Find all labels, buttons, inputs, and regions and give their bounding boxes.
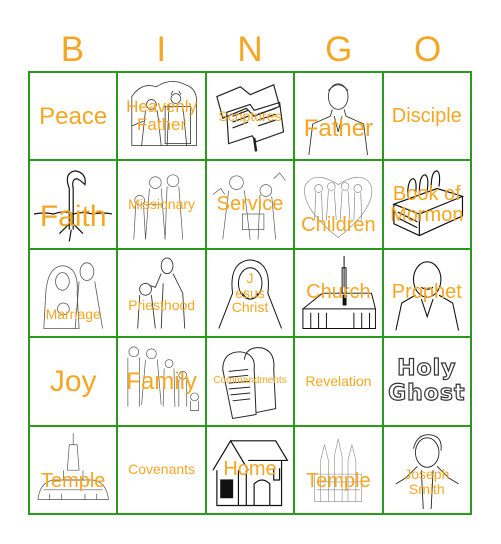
bingo-cell-scriptures[interactable]: Scriptures	[205, 72, 295, 161]
cell-label: Priesthood	[128, 296, 196, 313]
bingo-cell-peace[interactable]: Peace	[29, 72, 118, 161]
bingo-cell-service[interactable]: Service	[205, 160, 295, 249]
cell-label-line: Holy	[396, 355, 457, 382]
cell-label: Commandments	[213, 375, 287, 387]
cell-label: Scriptures	[218, 107, 282, 124]
cell-label: Peace	[39, 102, 108, 130]
cell-label: Revelation	[305, 373, 372, 390]
outlined-text-image: Holy Ghost	[387, 355, 466, 407]
cell-label: Family	[126, 367, 197, 395]
header-letter-b: B	[60, 30, 85, 69]
bingo-cell-joy[interactable]: Joy	[29, 337, 118, 426]
cell-label: Prophet	[391, 281, 462, 304]
bingo-cell-marriage[interactable]: Marriage	[29, 248, 118, 338]
cell-label: Heavenly Father	[126, 97, 198, 135]
cell-label: J esus Christ	[232, 271, 269, 315]
bingo-header: B I N G O	[28, 28, 472, 72]
bingo-cell-prophet[interactable]: Prophet	[382, 248, 471, 338]
cell-label: Joseph Smith	[404, 467, 449, 496]
header-letter-i: I	[156, 30, 167, 69]
bingo-cell-church[interactable]: Church	[294, 248, 383, 338]
header-letter-o: O	[413, 30, 442, 69]
cell-label: Marriage	[45, 305, 101, 322]
bingo-cell-disciple[interactable]: Disciple	[382, 72, 471, 161]
cell-label: Book of Mormon	[390, 182, 464, 226]
bingo-cell-priesthood[interactable]: Priesthood	[117, 248, 206, 338]
bingo-cell-holy-ghost[interactable]: Holy Ghost	[382, 337, 471, 426]
bingo-cell-jesus-christ[interactable]: J esus Christ	[205, 248, 295, 338]
bingo-cell-joseph-smith[interactable]: Joseph Smith	[382, 425, 471, 514]
cell-label: Children	[301, 214, 376, 237]
cell-label: Home	[223, 458, 277, 481]
bingo-cell-commandments[interactable]: Commandments	[205, 337, 295, 426]
bingo-cell-home[interactable]: Home	[205, 425, 295, 514]
bingo-cell-salt-lake-temple[interactable]: Temple	[294, 425, 383, 514]
bingo-cell-family[interactable]: Family	[117, 337, 206, 426]
bingo-cell-children[interactable]: Children	[294, 160, 383, 249]
cell-label-line: Joseph	[404, 466, 450, 483]
cell-label: Temple	[306, 470, 371, 493]
header-letter-n: N	[237, 30, 263, 69]
cell-label: Covenants	[128, 461, 196, 478]
priesthood-blessing-illustration-icon	[137, 257, 186, 329]
cell-label-line: J	[246, 269, 254, 286]
bingo-cell-covenants[interactable]: Covenants	[117, 425, 206, 514]
bingo-cell-temple[interactable]: Temple	[29, 425, 118, 514]
bingo-cell-father[interactable]: Father	[294, 72, 383, 161]
cell-label-line: Ghost	[387, 381, 466, 407]
cell-label: Missionary	[128, 196, 196, 213]
cell-label-line: Smith	[408, 480, 445, 497]
cell-label-line: Christ	[231, 299, 269, 316]
cell-label: Temple	[40, 470, 106, 493]
cell-label: Faith	[39, 199, 107, 233]
cell-label: Disciple	[391, 104, 462, 127]
cell-label: Father	[303, 114, 374, 142]
bingo-cell-heavenly-father[interactable]: Heavenly Father	[117, 72, 206, 161]
cell-label: Joy	[49, 364, 97, 398]
cell-label: Service	[216, 193, 284, 216]
bingo-cell-missionary[interactable]: Missionary	[117, 160, 206, 249]
bingo-cell-book-of-mormon[interactable]: Book of Mormon	[382, 160, 471, 249]
bingo-grid: Peace Heavenly Father Scriptures Father …	[28, 71, 472, 515]
header-letter-g: G	[325, 30, 353, 69]
bingo-cell-revelation[interactable]: Revelation	[294, 337, 383, 426]
cell-label-line: esus	[235, 284, 265, 301]
cell-label: Church	[306, 281, 371, 304]
bingo-cell-faith[interactable]: Faith	[29, 160, 118, 249]
